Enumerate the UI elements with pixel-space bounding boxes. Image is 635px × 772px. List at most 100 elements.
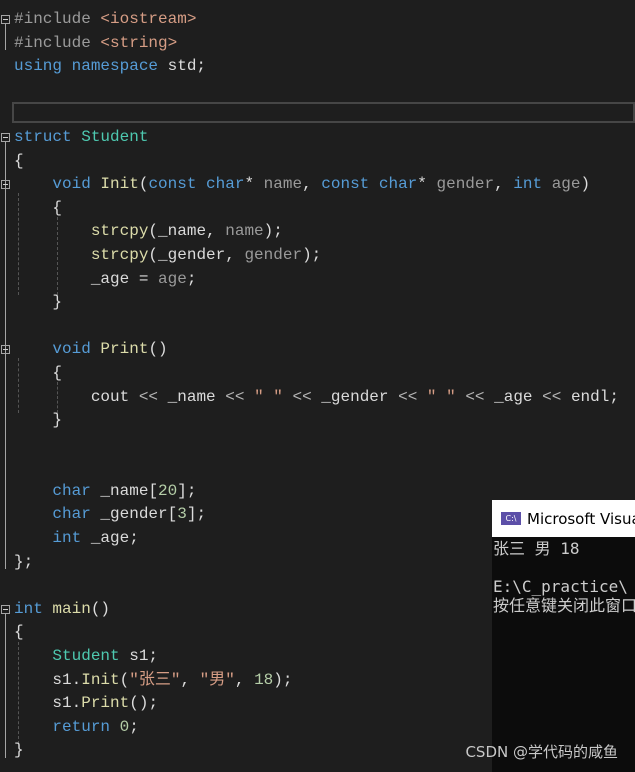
code-line[interactable]: } [14,409,619,433]
code-token: << [225,387,255,406]
code-token: () [90,599,111,618]
code-token: age [551,175,581,194]
collapse-toggle[interactable] [1,605,10,614]
collapse-toggle[interactable] [1,180,10,190]
code-token: ( [138,175,149,194]
console-line: E:\C_practice\ [493,577,628,596]
code-line[interactable]: strcpy(_gender, gender); [14,244,619,268]
code-token: <string> [100,33,178,52]
collapse-toggle[interactable] [1,15,10,24]
code-line[interactable]: #include <string> [14,32,619,56]
code-token: [ [148,481,159,500]
code-token: { [14,151,24,170]
console-app-icon: C:\ [501,512,521,525]
outline-line [5,24,6,50]
code-token: std; [167,57,207,76]
code-token: ( [148,222,159,241]
code-token: _age [494,387,543,406]
code-line[interactable] [14,433,619,457]
code-line[interactable] [14,456,619,480]
outline-line [5,614,6,758]
code-token: _name [100,481,149,500]
code-token: 18 [254,670,274,689]
code-token: "男" [199,670,235,689]
code-line[interactable]: { [14,197,619,221]
code-token: s1; [129,647,159,666]
code-token: void [52,340,101,359]
code-token: int [513,175,552,194]
code-token: char [52,481,101,500]
code-token: ); [273,670,293,689]
code-line[interactable] [14,315,619,339]
code-token: * [417,175,437,194]
code-token: , [494,175,514,194]
code-line[interactable]: } [14,291,619,315]
code-token: ); [263,222,283,241]
code-line[interactable]: { [14,362,619,386]
code-token: age [158,269,187,288]
code-token: _age [90,529,130,548]
console-line: 张三 男 18 [493,539,580,558]
code-line[interactable]: strcpy(_name, name); [14,220,619,244]
debug-console-window[interactable]: C:\ Microsoft Visual Studio 调试控制台 张三 男 1… [492,500,635,772]
code-token: #include [14,10,101,28]
code-line[interactable]: struct Student [14,126,619,150]
console-line: 按任意键关闭此窗口 [493,596,635,615]
code-token: * [244,175,264,194]
code-token: #include [14,33,101,52]
code-token: name [225,222,264,241]
code-token: ); [302,245,322,264]
code-line[interactable] [14,79,619,103]
code-token: _name [167,387,226,406]
code-token: 3 [177,505,187,524]
code-token: () [148,340,168,359]
code-line[interactable]: void Print() [14,338,619,362]
code-token: , [302,175,322,194]
code-token: ( [148,245,159,264]
code-line[interactable]: #include <iostream> [14,8,619,32]
code-token: Print [100,340,149,359]
code-token: , [234,670,255,689]
outline-line [5,189,6,310]
code-token: ]; [177,481,197,500]
code-token: { [14,623,24,642]
code-token: ]; [186,505,207,524]
code-token: _name [158,222,207,241]
collapse-toggle[interactable] [1,133,10,142]
code-token: struct [14,127,82,146]
code-token: int [14,599,53,618]
console-title-bar[interactable]: C:\ Microsoft Visual Studio 调试控制台 [492,500,635,537]
collapse-toggle[interactable] [1,345,10,355]
code-line[interactable]: _age = age; [14,268,619,292]
code-line[interactable]: { [14,150,619,174]
code-token: strcpy [14,222,149,241]
code-token: endl; [570,387,619,406]
code-token: ( [119,670,130,689]
code-token: << [138,387,168,406]
code-token: _gender [321,387,399,406]
code-token: <iostream> [100,10,197,28]
code-line[interactable] [14,102,619,126]
code-token: } [14,741,24,760]
code-token: s1. [14,670,82,689]
watermark: CSDN @学代码的咸鱼 [465,743,618,761]
code-token: strcpy [14,245,149,264]
code-token: " " [426,387,466,406]
code-line[interactable]: void Init(const char* name, const char* … [14,173,619,197]
code-token: cout [14,387,139,406]
code-token: s1. [14,694,82,713]
code-token: Init [81,670,120,689]
code-token: _gender [158,245,226,264]
code-line[interactable]: using namespace std; [14,55,619,79]
code-token: main [52,599,91,618]
code-token: << [542,387,571,406]
code-token: const char [148,175,245,194]
code-token: , [225,245,245,264]
code-token: 20 [158,481,178,500]
code-token: const char [321,175,418,194]
code-line[interactable]: cout << _name << " " << _gender << " " <… [14,386,619,410]
